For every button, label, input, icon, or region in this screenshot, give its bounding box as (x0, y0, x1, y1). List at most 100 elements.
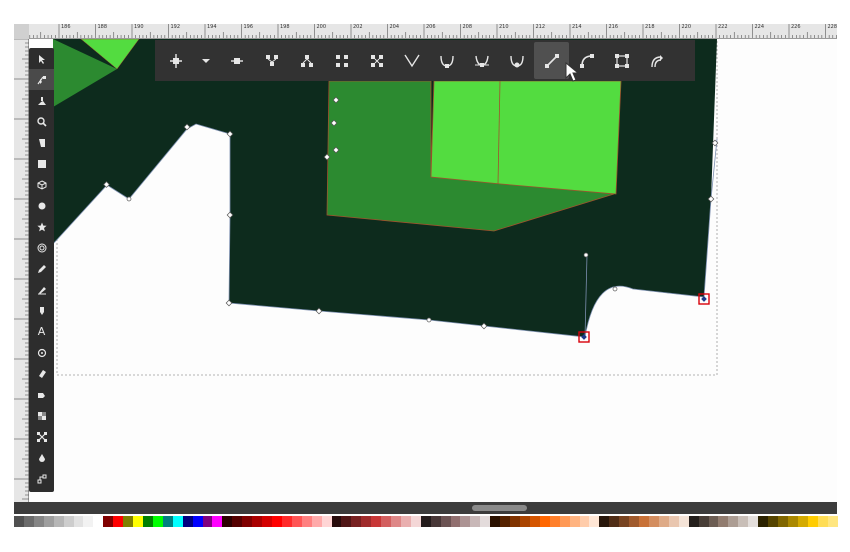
selected-nodes[interactable] (578, 293, 710, 343)
light-green-block[interactable] (430, 80, 622, 195)
color-swatch[interactable] (93, 516, 104, 527)
break-path-button[interactable] (289, 42, 324, 79)
color-swatch[interactable] (33, 516, 44, 527)
color-swatch[interactable] (768, 516, 778, 527)
node-tool[interactable] (29, 69, 54, 90)
color-swatch[interactable] (152, 516, 163, 527)
color-swatch[interactable] (73, 516, 84, 527)
color-swatch[interactable] (599, 516, 610, 527)
path-node[interactable] (583, 252, 589, 258)
color-swatch[interactable] (123, 516, 134, 527)
insert-node-button[interactable] (158, 42, 193, 79)
color-swatch[interactable] (53, 516, 64, 527)
color-swatch[interactable] (341, 516, 352, 527)
color-swatch[interactable] (43, 516, 54, 527)
scrollbar-thumb[interactable] (472, 505, 527, 511)
measure-tool[interactable] (29, 132, 54, 153)
color-swatch[interactable] (629, 516, 640, 527)
color-swatch[interactable] (420, 516, 431, 527)
gradient-tool[interactable] (29, 405, 54, 426)
color-swatch[interactable] (291, 516, 302, 527)
color-swatch[interactable] (758, 516, 769, 527)
color-swatch[interactable] (321, 516, 332, 527)
color-swatch[interactable] (222, 516, 233, 527)
color-swatch[interactable] (361, 516, 372, 527)
delete-segment-button[interactable] (359, 42, 394, 79)
pen-tool[interactable] (29, 279, 54, 300)
color-swatch[interactable] (142, 516, 153, 527)
color-swatch[interactable] (103, 516, 114, 527)
color-swatch[interactable] (371, 516, 382, 527)
tweak-tool[interactable] (29, 90, 54, 111)
vertical-ruler[interactable] (14, 39, 29, 502)
color-swatch[interactable] (619, 516, 630, 527)
color-swatch[interactable] (301, 516, 312, 527)
color-swatch[interactable] (579, 516, 590, 527)
color-swatch[interactable] (182, 516, 193, 527)
color-swatch[interactable] (807, 516, 818, 527)
color-swatch[interactable] (83, 516, 94, 527)
ellipse-tool[interactable] (29, 195, 54, 216)
color-swatch[interactable] (23, 516, 34, 527)
color-swatch[interactable] (787, 516, 798, 527)
mesh-tool[interactable] (29, 426, 54, 447)
calligraphy-tool[interactable] (29, 300, 54, 321)
connector-tool[interactable] (29, 468, 54, 489)
drawing-canvas[interactable] (29, 39, 837, 502)
join-segment-button[interactable] (324, 42, 359, 79)
paint-bucket-tool[interactable] (29, 384, 54, 405)
path-node[interactable] (612, 286, 618, 292)
color-swatch[interactable] (668, 516, 679, 527)
color-swatch[interactable] (718, 516, 729, 527)
color-swatch[interactable] (777, 516, 788, 527)
color-swatch[interactable] (202, 516, 213, 527)
color-swatch[interactable] (14, 516, 24, 527)
color-swatch[interactable] (698, 516, 709, 527)
color-swatch[interactable] (500, 516, 511, 527)
star-tool[interactable] (29, 216, 54, 237)
color-swatch[interactable] (569, 516, 580, 527)
color-swatch[interactable] (639, 516, 649, 527)
color-swatch[interactable] (688, 516, 699, 527)
color-swatch[interactable] (430, 516, 441, 527)
color-swatch[interactable] (400, 516, 411, 527)
color-swatch[interactable] (490, 516, 501, 527)
color-swatch[interactable] (271, 516, 282, 527)
color-swatch[interactable] (609, 516, 620, 527)
cusp-node-button[interactable] (394, 42, 429, 79)
color-swatch[interactable] (172, 516, 183, 527)
delete-node-button[interactable] (219, 42, 254, 79)
color-swatch[interactable] (539, 516, 550, 527)
symmetric-node-button[interactable] (464, 42, 499, 79)
color-swatch[interactable] (63, 516, 74, 527)
color-swatch[interactable] (520, 516, 530, 527)
color-swatch[interactable] (678, 516, 689, 527)
color-swatch[interactable] (113, 516, 124, 527)
spray-tool[interactable] (29, 342, 54, 363)
color-swatch[interactable] (450, 516, 461, 527)
path-node[interactable] (426, 317, 432, 323)
color-swatch[interactable] (748, 516, 759, 527)
eraser-tool[interactable] (29, 363, 54, 384)
color-swatch[interactable] (797, 516, 808, 527)
color-swatch[interactable] (460, 516, 471, 527)
color-swatch[interactable] (658, 516, 669, 527)
pencil-tool[interactable] (29, 258, 54, 279)
color-swatch[interactable] (391, 516, 401, 527)
color-swatch[interactable] (728, 516, 739, 527)
color-swatch[interactable] (232, 516, 243, 527)
color-swatch[interactable] (510, 516, 521, 527)
object-to-path-button[interactable] (604, 42, 639, 79)
color-swatch[interactable] (331, 516, 342, 527)
spiral-tool[interactable] (29, 237, 54, 258)
color-swatch[interactable] (133, 516, 143, 527)
text-tool[interactable]: A (29, 321, 54, 342)
auto-smooth-node-button[interactable] (499, 42, 534, 79)
color-swatch[interactable] (311, 516, 322, 527)
color-swatch[interactable] (549, 516, 560, 527)
color-swatch[interactable] (559, 516, 570, 527)
dropper-tool[interactable] (29, 447, 54, 468)
path-node[interactable] (126, 196, 132, 202)
join-nodes-button[interactable] (254, 42, 289, 79)
color-swatch[interactable] (817, 516, 828, 527)
